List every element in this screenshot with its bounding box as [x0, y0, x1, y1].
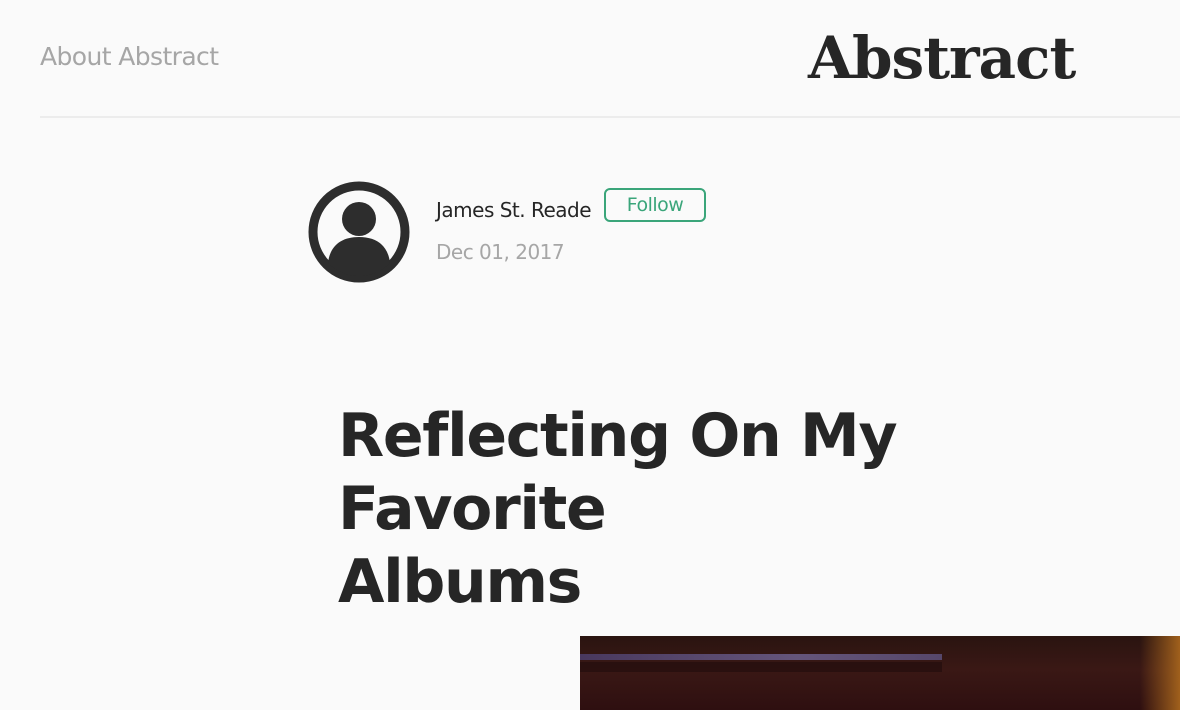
- site-logo[interactable]: Abstract: [808, 20, 1076, 96]
- author-name[interactable]: James St. Reade: [436, 196, 592, 224]
- hero-image-edge: [1140, 636, 1180, 710]
- about-abstract-link[interactable]: About Abstract: [40, 40, 219, 74]
- hero-image-shadow: [580, 662, 942, 672]
- post-title: Reflecting On My Favorite Albums: [338, 401, 898, 617]
- site-header: About Abstract Abstract: [0, 0, 1180, 118]
- post-date: Dec 01, 2017: [436, 240, 565, 264]
- hero-image-stripe: [580, 654, 942, 660]
- follow-button[interactable]: Follow: [604, 188, 706, 222]
- header-divider: [40, 116, 1180, 118]
- hero-image: [580, 636, 1180, 710]
- user-circle-icon[interactable]: [308, 181, 410, 283]
